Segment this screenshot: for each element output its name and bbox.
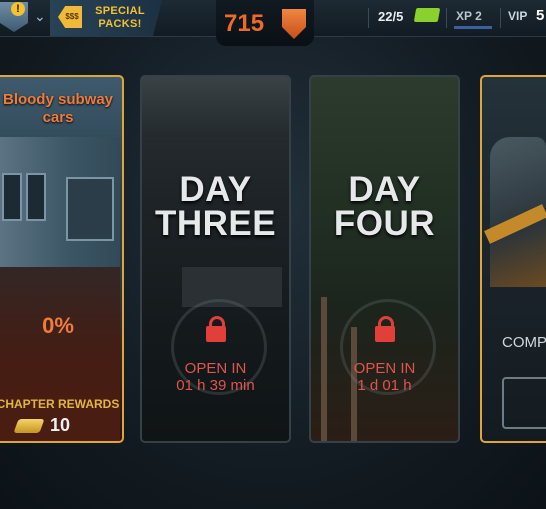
- xp-level[interactable]: XP 2: [456, 9, 482, 23]
- open-in-time: 1 d 01 h: [357, 377, 412, 394]
- tickets-count: 22/5: [378, 9, 404, 24]
- price-tag-icon: $$$: [58, 6, 82, 28]
- divider: [368, 8, 369, 28]
- chevron-down-icon[interactable]: ⌄: [34, 8, 46, 24]
- chapter-card-complete[interactable]: COMP: [480, 75, 546, 443]
- subway-door: [66, 177, 114, 241]
- open-in-label: OPEN IN: [353, 360, 416, 377]
- gold-bar-icon: [13, 419, 45, 433]
- lock-icon: [374, 316, 395, 342]
- chapter-title: Bloody subway cars: [2, 91, 114, 126]
- day-title-line-1: DAY: [348, 170, 421, 209]
- divider: [446, 8, 447, 28]
- day-title-line-2: FOUR: [333, 204, 436, 243]
- chapter-card-day-three[interactable]: DAY THREE OPEN IN 01 h 39 min: [140, 75, 291, 443]
- open-in-time: 01 h 39 min: [176, 377, 255, 394]
- open-in-label: OPEN IN: [184, 360, 247, 377]
- vip-label[interactable]: VIP: [508, 9, 527, 23]
- special-packs-label: SPECIAL PACKS!: [95, 5, 145, 30]
- divider: [500, 8, 501, 28]
- complete-label: COMP: [502, 334, 546, 351]
- shield-icon: [282, 9, 306, 39]
- chapter-rewards-label: CHAPTER REWARDS: [0, 397, 120, 411]
- currency-display[interactable]: 715: [216, 0, 314, 46]
- currency-value: 715: [224, 10, 265, 37]
- subway-window: [2, 173, 22, 221]
- open-in-timer: OPEN IN 1 d 01 h: [311, 360, 458, 394]
- ceiling-image: [142, 77, 289, 137]
- special-packs-button[interactable]: $$$ SPECIAL PACKS!: [50, 0, 162, 36]
- complete-button[interactable]: [502, 377, 546, 429]
- day-title: DAY THREE: [142, 170, 289, 243]
- chapter-progress: 0%: [42, 313, 74, 338]
- day-title-line-1: DAY: [179, 170, 252, 209]
- alert-badge: !: [11, 2, 25, 16]
- chapter-card-bloody-subway[interactable]: Bloody subway cars 0% CHAPTER REWARDS 10: [0, 75, 124, 443]
- open-in-timer: OPEN IN 01 h 39 min: [142, 360, 289, 394]
- subway-window: [26, 173, 46, 221]
- chapter-rewards-value: 10: [50, 415, 71, 435]
- ticket-icon: [413, 8, 441, 22]
- xp-progress-bar: [454, 26, 492, 29]
- chapter-card-day-four[interactable]: DAY FOUR OPEN IN 1 d 01 h: [309, 75, 460, 443]
- day-title: DAY FOUR: [311, 170, 458, 243]
- vip-level: 5: [536, 7, 545, 24]
- lock-icon: [205, 316, 226, 342]
- day-title-line-2: THREE: [154, 204, 277, 243]
